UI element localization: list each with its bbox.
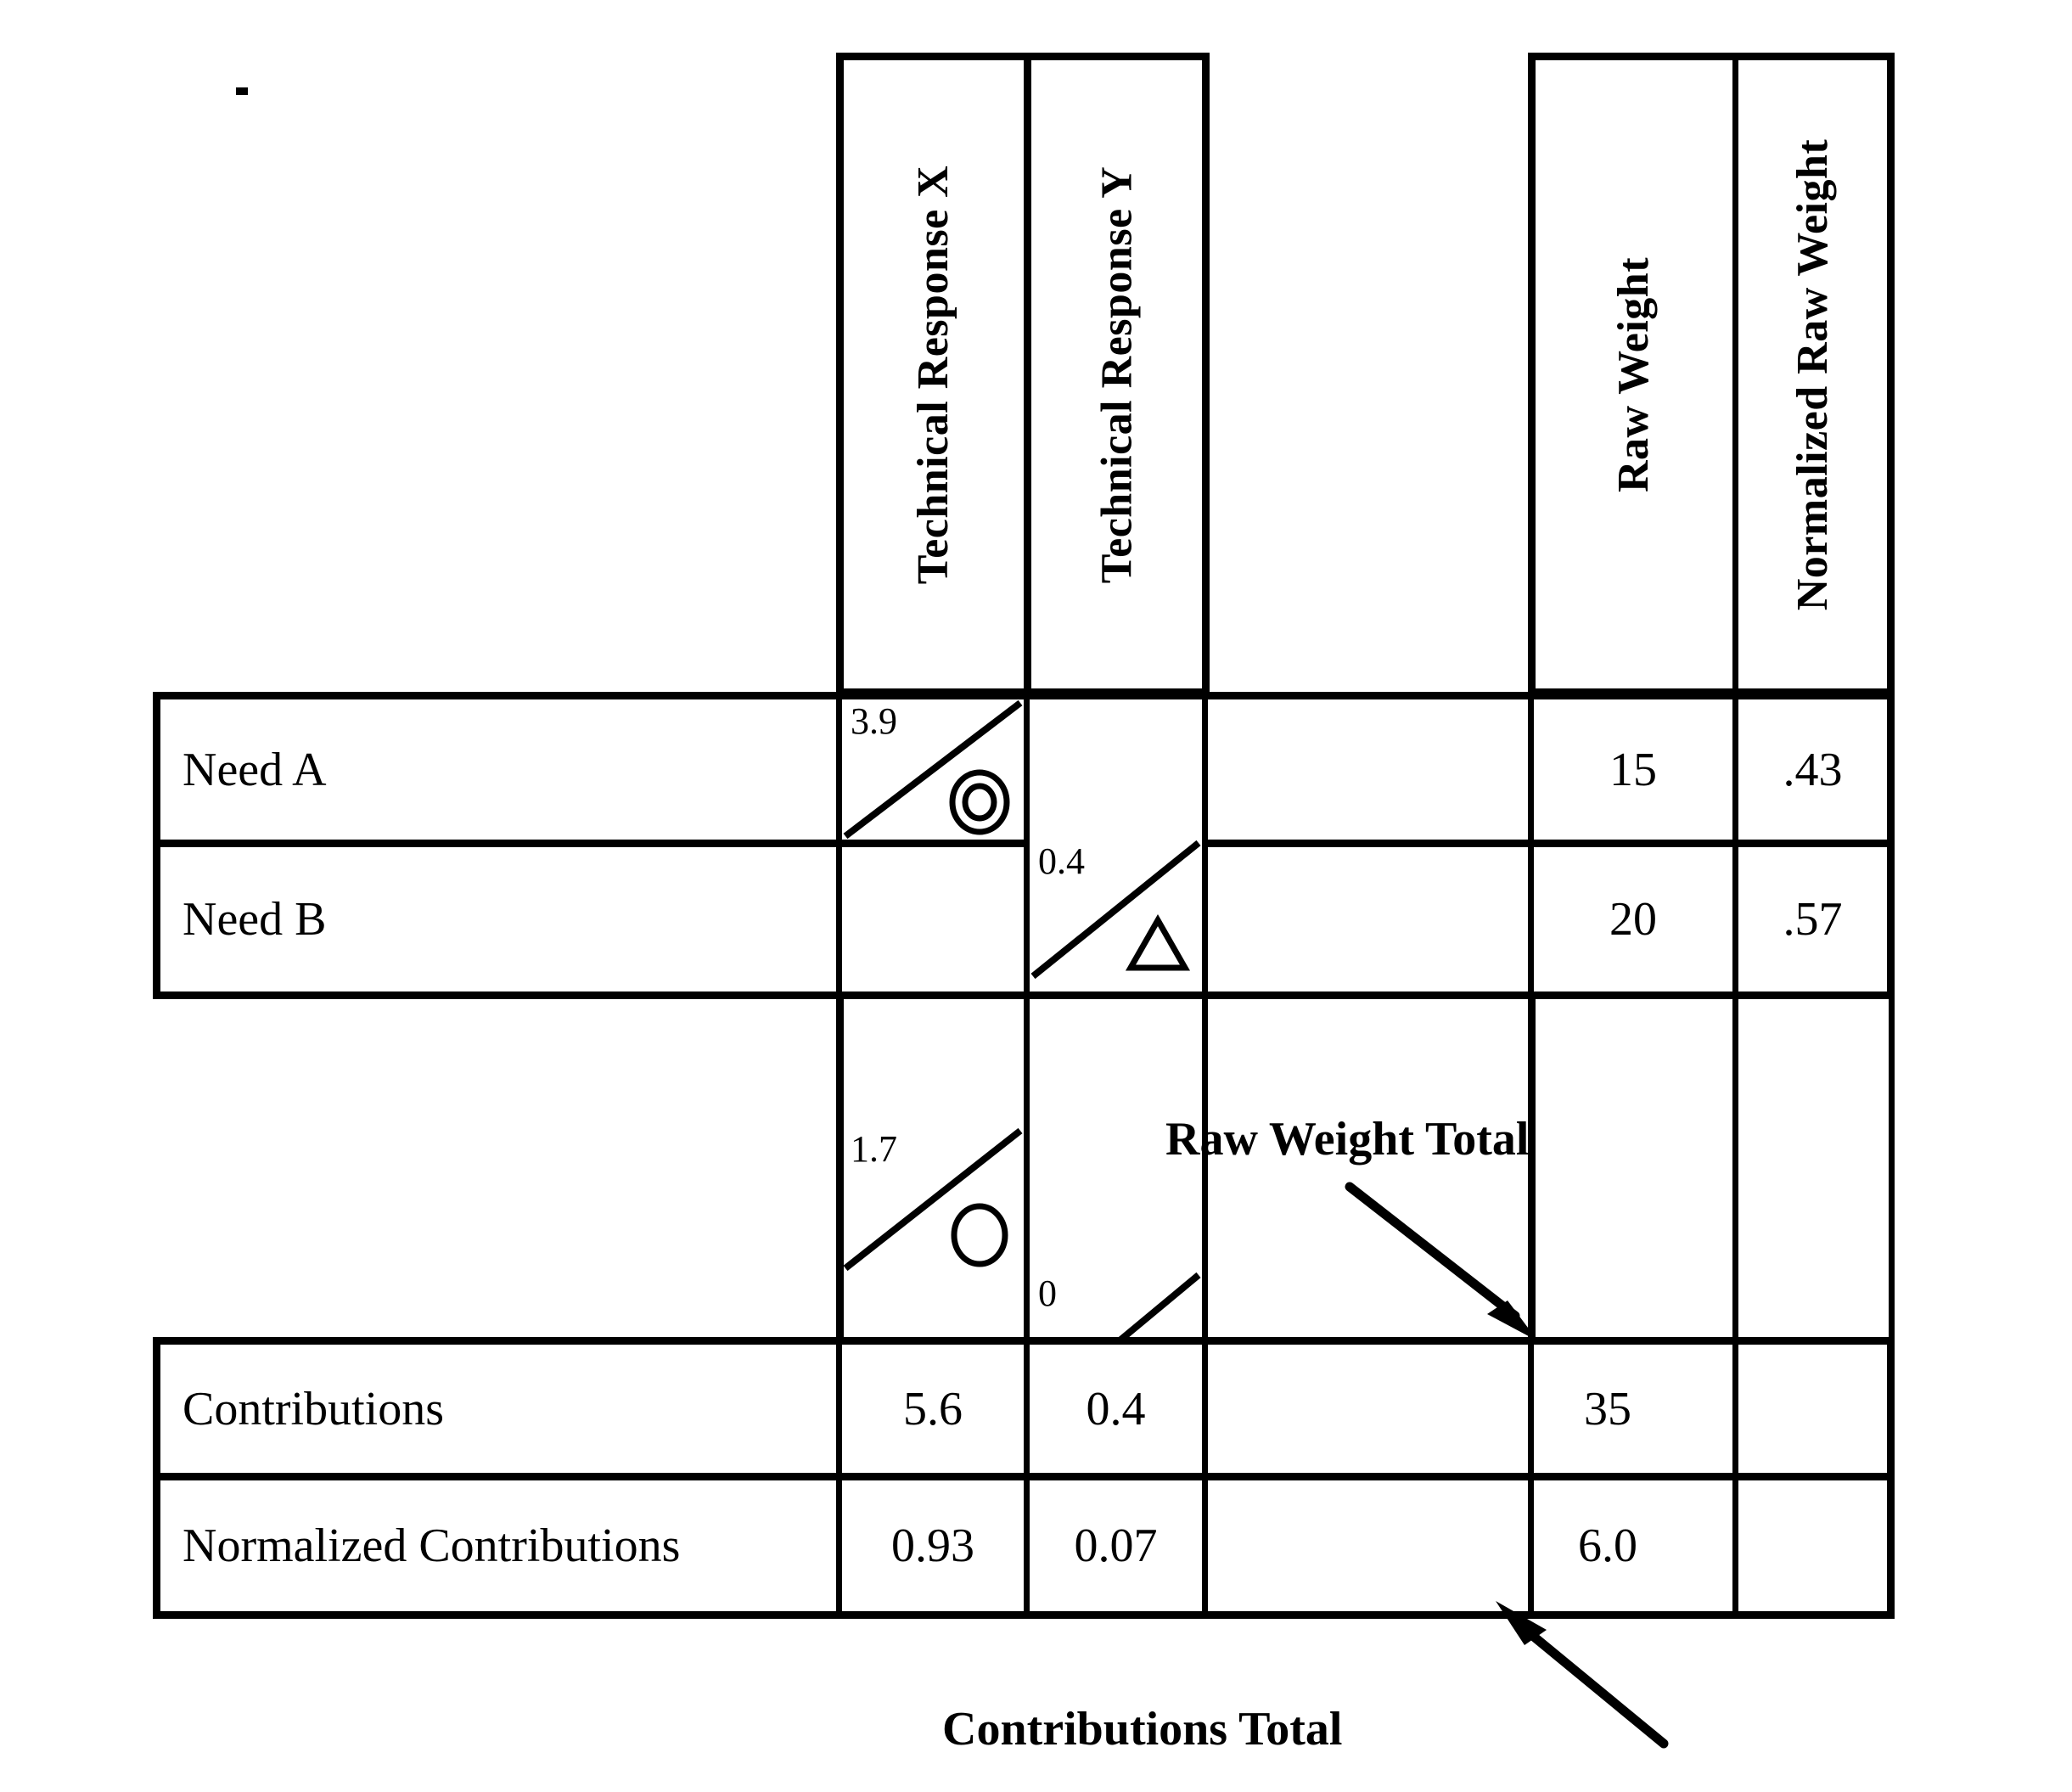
needs-divider-trx-try: [1024, 699, 1030, 991]
need-a-raw-weight: 15: [1609, 743, 1657, 796]
header-normalized-raw-weight-text: Normalized Raw Weight: [1788, 138, 1838, 610]
header-raw-weight[interactable]: Raw Weight: [1536, 60, 1732, 688]
contributions-normalized-raw-weight: [1738, 1345, 1887, 1473]
header-divider-tr: [1024, 60, 1031, 688]
need-a-label: Need A: [182, 743, 327, 796]
annotation-contributions-total-label: Contributions Total: [942, 1703, 1343, 1755]
needs-divider-after-try: [1202, 699, 1208, 991]
header-technical-response-y-text: Technical Response Y: [1092, 166, 1142, 583]
annotation-raw-weight-total-arrow: [1345, 1182, 1538, 1341]
contributions-label: Contributions: [182, 1382, 445, 1435]
normalized-contributions-normalized-raw-weight: [1738, 1480, 1887, 1611]
header-technical-response-x[interactable]: Technical Response X: [844, 60, 1024, 688]
header-divider-weight: [1732, 60, 1738, 688]
summary-divider-after-try: [1202, 1345, 1208, 1611]
matrix-value: 1.7: [851, 1128, 897, 1170]
header-raw-weight-text: Raw Weight: [1609, 256, 1659, 492]
column-line-try-right: [1202, 999, 1208, 1337]
needs-divider-before-trx: [836, 699, 842, 991]
column-line-rawweight-right: [1732, 999, 1738, 1337]
matrix-value: 0.4: [1038, 840, 1085, 882]
summary-divider-trx-try: [1024, 1345, 1030, 1611]
needs-divider-before-rawweight: [1528, 699, 1534, 991]
contributions-try: 0.4: [1086, 1382, 1146, 1435]
need-b-label: Need B: [182, 893, 327, 946]
normalized-contributions-try: 0.07: [1074, 1520, 1158, 1572]
matrix-value: 3.9: [851, 700, 897, 742]
annotation-raw-weight-total-label: Raw Weight Total: [1165, 1113, 1530, 1166]
contributions-raw-weight-total: 35: [1584, 1382, 1631, 1435]
triangle-icon: [1125, 910, 1191, 975]
double-circle-icon: [947, 769, 1012, 835]
need-b-raw-weight: 20: [1609, 893, 1657, 946]
header-technical-response-y[interactable]: Technical Response Y: [1031, 60, 1202, 688]
column-line-trx-left: [836, 999, 844, 1337]
matrix-value: 0: [1038, 1272, 1057, 1314]
annotation-contributions-total-arrow: [1496, 1601, 1669, 1749]
circle-icon: [947, 1202, 1012, 1267]
column-line-trx-try: [1024, 999, 1030, 1337]
scan-artifact-speck: [236, 87, 248, 95]
normalized-contributions-label: Normalized Contributions: [182, 1520, 681, 1572]
need-b-normalized-raw-weight: .57: [1783, 893, 1843, 946]
summary-divider-before-trx: [836, 1345, 842, 1611]
summary-divider-rawweight-normalized: [1732, 1345, 1738, 1611]
matrix-cell-need-b-trx[interactable]: 1.7: [842, 1127, 1024, 1272]
needs-divider-rawweight-normalized: [1732, 699, 1738, 991]
normalized-contributions-trx: 0.93: [891, 1520, 974, 1572]
summary-divider-before-rawweight: [1528, 1345, 1534, 1611]
column-line-normalized-right: [1889, 999, 1895, 1337]
header-normalized-raw-weight[interactable]: Normalized Raw Weight: [1738, 60, 1887, 688]
qfd-matrix-diagram: Technical Response X Technical Response …: [0, 0, 2072, 1792]
matrix-cell-need-a-trx[interactable]: 3.9: [842, 699, 1024, 840]
contributions-trx: 5.6: [903, 1382, 963, 1435]
matrix-cell-need-a-try[interactable]: 0.4: [1030, 840, 1202, 980]
header-technical-response-x-text: Technical Response X: [909, 165, 958, 584]
need-a-normalized-raw-weight: .43: [1783, 743, 1843, 796]
